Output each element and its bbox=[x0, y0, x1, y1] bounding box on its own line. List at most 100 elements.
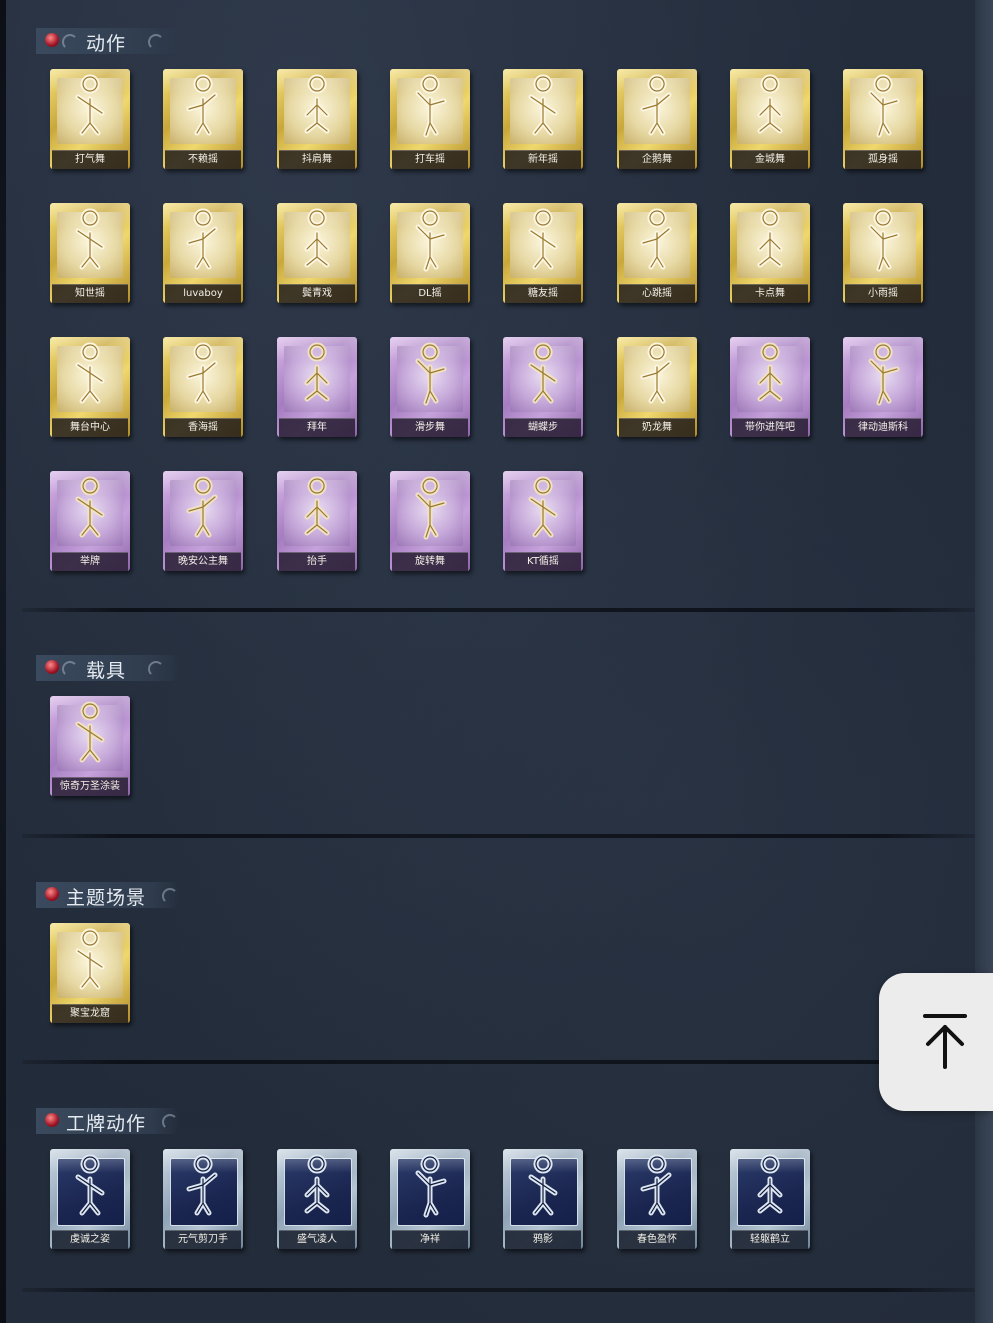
section-divider bbox=[22, 608, 975, 612]
collection-item[interactable]: 新年摇 bbox=[503, 69, 587, 173]
gold-card: 抖肩舞 bbox=[277, 69, 357, 169]
dancer-silhouette-icon bbox=[757, 208, 783, 268]
scroll-to-top-button[interactable] bbox=[879, 973, 993, 1111]
gold-card: 知世摇 bbox=[50, 203, 130, 303]
collection-item[interactable]: 轻躯鹤立 bbox=[730, 1149, 814, 1253]
dancer-silhouette-icon bbox=[757, 74, 783, 134]
collection-item[interactable]: DL摇 bbox=[390, 203, 474, 307]
item-label: 心跳摇 bbox=[619, 284, 695, 303]
dancer-silhouette-icon bbox=[868, 208, 900, 272]
collection-item[interactable]: 元气剪刀手 bbox=[163, 1149, 247, 1253]
ruby-gem-icon bbox=[45, 887, 59, 901]
collection-item[interactable]: 抬手 bbox=[277, 471, 361, 575]
gold-card: 小雨摇 bbox=[843, 203, 923, 303]
item-label: 香海摇 bbox=[165, 418, 241, 437]
dancer-silhouette-icon bbox=[75, 476, 105, 538]
steel-card: 盛气凌人 bbox=[277, 1149, 357, 1249]
gold-card: 新年摇 bbox=[503, 69, 583, 169]
section-title: 载具 bbox=[86, 660, 127, 682]
purple-card: 惊奇万圣涂装 bbox=[50, 696, 130, 796]
collection-item[interactable]: 打车摇 bbox=[390, 69, 474, 173]
collection-item[interactable]: 春色盈怀 bbox=[617, 1149, 701, 1253]
item-label: 打车摇 bbox=[392, 150, 468, 169]
purple-card: 律动迪斯科 bbox=[843, 337, 923, 437]
collection-item[interactable]: 带你进阵吧 bbox=[730, 337, 814, 441]
gold-card: 心跳摇 bbox=[617, 203, 697, 303]
item-label: 不赖摇 bbox=[165, 150, 241, 169]
collection-item[interactable]: 抖肩舞 bbox=[277, 69, 361, 173]
item-label: 孤身摇 bbox=[845, 150, 921, 169]
gold-card: 金城舞 bbox=[730, 69, 810, 169]
collection-item[interactable]: 知世摇 bbox=[50, 203, 134, 307]
dancer-silhouette-icon bbox=[304, 208, 330, 268]
collection-item[interactable]: 惊奇万圣涂装 bbox=[50, 696, 134, 800]
collection-item[interactable]: 净祥 bbox=[390, 1149, 474, 1253]
collection-item[interactable]: 奶龙舞 bbox=[617, 337, 701, 441]
collection-item[interactable]: 小雨摇 bbox=[843, 203, 927, 307]
collection-item[interactable]: 鸦影 bbox=[503, 1149, 587, 1253]
dancer-silhouette-icon bbox=[75, 701, 105, 763]
dancer-silhouette-icon bbox=[640, 1154, 672, 1216]
item-label: 抬手 bbox=[279, 552, 355, 571]
gold-card: 聚宝龙窟 bbox=[50, 923, 130, 1023]
collection-item[interactable]: luvaboy bbox=[163, 203, 247, 307]
purple-card: 晚安公主舞 bbox=[163, 471, 243, 571]
item-label: 糖友摇 bbox=[505, 284, 581, 303]
gold-card: 舞台中心 bbox=[50, 337, 130, 437]
item-label: 聚宝龙窟 bbox=[52, 1004, 128, 1023]
collection-item[interactable]: 心跳摇 bbox=[617, 203, 701, 307]
dancer-silhouette-icon bbox=[415, 342, 447, 406]
dancer-silhouette-icon bbox=[186, 1154, 218, 1216]
collection-item[interactable]: KT循摇 bbox=[503, 471, 587, 575]
collection-item[interactable]: 虔诚之姿 bbox=[50, 1149, 134, 1253]
section-divider bbox=[22, 834, 975, 838]
collection-item[interactable]: 企鹅舞 bbox=[617, 69, 701, 173]
collection-item[interactable]: 晚安公主舞 bbox=[163, 471, 247, 575]
section-title: 动作 bbox=[86, 33, 127, 55]
dancer-silhouette-icon bbox=[868, 74, 900, 138]
collection-item[interactable]: 不赖摇 bbox=[163, 69, 247, 173]
section-title: 主题场景 bbox=[66, 887, 147, 909]
collection-item[interactable]: 糖友摇 bbox=[503, 203, 587, 307]
collection-item[interactable]: 举牌 bbox=[50, 471, 134, 575]
collection-item[interactable]: 鬓青戏 bbox=[277, 203, 361, 307]
item-label: 晚安公主舞 bbox=[165, 552, 241, 571]
steel-card: 鸦影 bbox=[503, 1149, 583, 1249]
collection-item[interactable]: 拜年 bbox=[277, 337, 361, 441]
swirl-ornament-icon bbox=[148, 661, 164, 677]
swirl-ornament-icon bbox=[162, 1114, 178, 1130]
dancer-silhouette-icon bbox=[186, 208, 218, 270]
section-header-vehicles: 载具 bbox=[36, 655, 181, 681]
collection-item[interactable]: 旋转舞 bbox=[390, 471, 474, 575]
item-label: 净祥 bbox=[392, 1230, 468, 1249]
swirl-ornament-icon bbox=[62, 661, 78, 677]
dancer-silhouette-icon bbox=[415, 1154, 447, 1218]
dancer-silhouette-icon bbox=[640, 208, 672, 270]
collection-item[interactable]: 打气舞 bbox=[50, 69, 134, 173]
gold-card: 打气舞 bbox=[50, 69, 130, 169]
item-label: 新年摇 bbox=[505, 150, 581, 169]
item-label: 知世摇 bbox=[52, 284, 128, 303]
collection-item[interactable]: 律动迪斯科 bbox=[843, 337, 927, 441]
dancer-silhouette-icon bbox=[304, 342, 330, 402]
gold-card: 香海摇 bbox=[163, 337, 243, 437]
collection-item[interactable]: 孤身摇 bbox=[843, 69, 927, 173]
collection-item[interactable]: 蝴蝶步 bbox=[503, 337, 587, 441]
collection-item[interactable]: 聚宝龙窟 bbox=[50, 923, 134, 1027]
dancer-silhouette-icon bbox=[415, 476, 447, 540]
ruby-gem-icon bbox=[45, 1113, 59, 1127]
collection-item[interactable]: 香海摇 bbox=[163, 337, 247, 441]
steel-card: 虔诚之姿 bbox=[50, 1149, 130, 1249]
item-label: 奶龙舞 bbox=[619, 418, 695, 437]
collection-item[interactable]: 金城舞 bbox=[730, 69, 814, 173]
collection-item[interactable]: 卡点舞 bbox=[730, 203, 814, 307]
gold-card: 糖友摇 bbox=[503, 203, 583, 303]
gold-card: 鬓青戏 bbox=[277, 203, 357, 303]
collection-item[interactable]: 盛气凌人 bbox=[277, 1149, 361, 1253]
gold-card: 不赖摇 bbox=[163, 69, 243, 169]
swirl-ornament-icon bbox=[162, 888, 178, 904]
gold-card: 奶龙舞 bbox=[617, 337, 697, 437]
purple-card: 滑步舞 bbox=[390, 337, 470, 437]
collection-item[interactable]: 舞台中心 bbox=[50, 337, 134, 441]
collection-item[interactable]: 滑步舞 bbox=[390, 337, 474, 441]
